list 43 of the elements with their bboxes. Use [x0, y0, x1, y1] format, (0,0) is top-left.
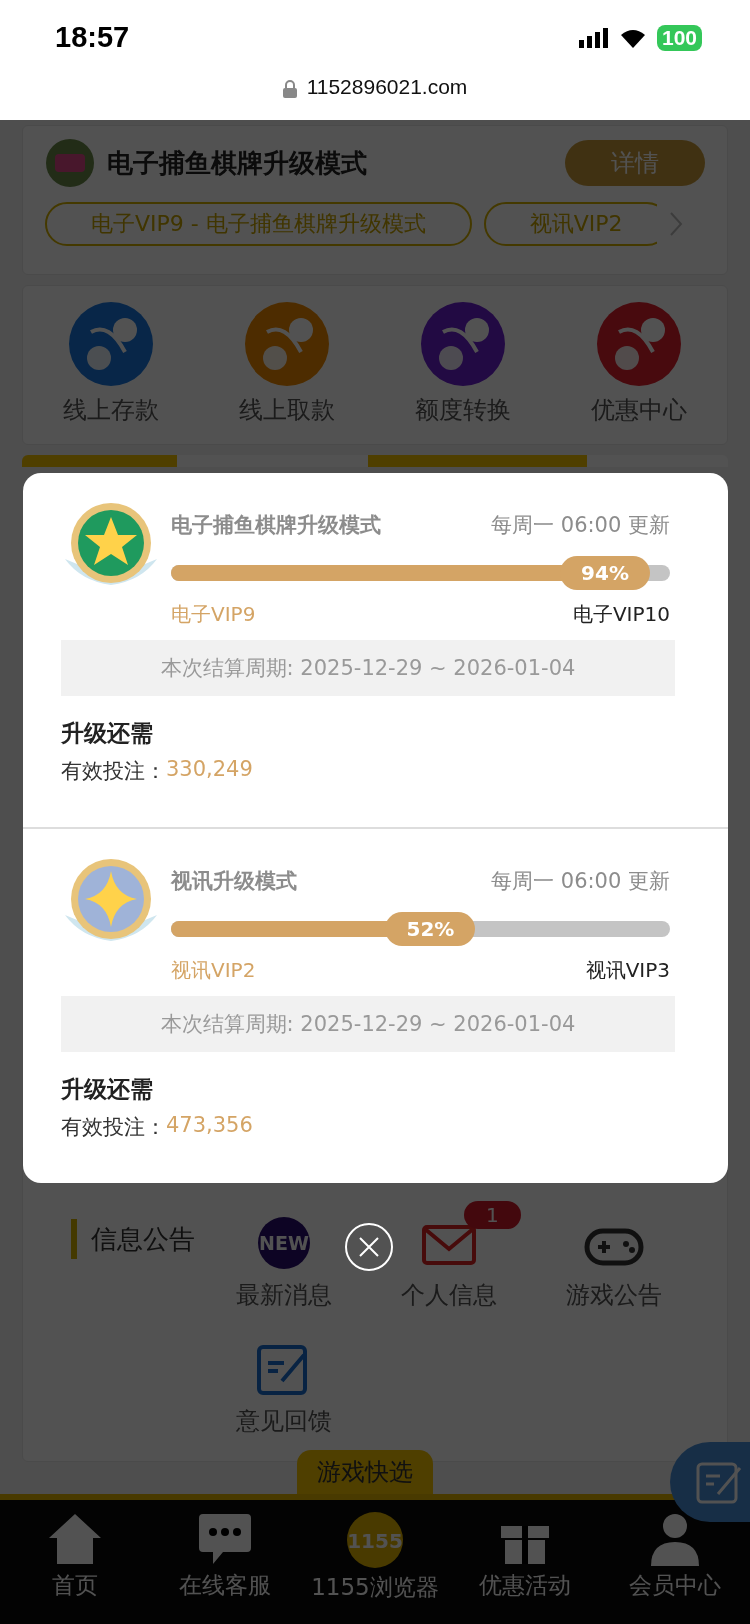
unread-badge: 1	[464, 1201, 521, 1229]
close-icon	[358, 1236, 380, 1258]
current-level: 电子VIP9	[171, 601, 256, 628]
progress-percent: 52%	[385, 912, 476, 946]
requirement-title: 升级还需	[61, 1075, 153, 1104]
nav-item[interactable]: 优惠活动	[450, 1512, 600, 1624]
status-time: 18:57	[55, 21, 130, 54]
section-title: 信息公告	[71, 1219, 201, 1259]
requirement-label: 有效投注：	[61, 1114, 166, 1141]
requirement-value: 330,249	[166, 757, 253, 783]
level-chip[interactable]: 视讯VIP2	[483, 202, 657, 246]
nav-item[interactable]: 1155 1155浏览器	[300, 1512, 450, 1624]
progress-percent: 94%	[560, 556, 651, 590]
battery-indicator: 100	[656, 24, 702, 51]
quick-pick-tab[interactable]: 游戏快选	[297, 1450, 433, 1494]
chat-icon	[199, 1512, 251, 1566]
tier-title: 视讯升级模式	[171, 868, 297, 895]
edit-icon	[696, 1460, 744, 1504]
update-note: 每周一 06:00 更新	[491, 512, 670, 539]
user-icon	[649, 1512, 701, 1566]
wifi-icon	[618, 27, 647, 48]
ball-logo: 1155	[347, 1512, 403, 1568]
next-level: 视讯VIP3	[585, 957, 670, 984]
nav-item[interactable]: 在线客服	[150, 1512, 300, 1624]
requirement-label: 有效投注：	[61, 758, 166, 785]
lock-icon	[282, 80, 297, 98]
requirement-title: 升级还需	[61, 719, 153, 748]
next-level: 电子VIP10	[572, 601, 670, 628]
requirement-value: 473,356	[166, 1113, 253, 1139]
promo-title: 电子捕鱼棋牌升级模式	[107, 146, 368, 180]
period-text: 本次结算周期: 2025-12-29 ~ 2026-01-04	[61, 996, 675, 1052]
close-button[interactable]	[345, 1223, 393, 1271]
nav-item[interactable]: 首页	[0, 1512, 150, 1624]
level-chip[interactable]: 电子VIP9 - 电子捕鱼棋牌升级模式	[45, 202, 472, 246]
new-icon: NEW	[255, 1215, 312, 1271]
url-text[interactable]: 1152896021.com	[306, 75, 468, 99]
current-level: 视讯VIP2	[171, 957, 256, 984]
home-icon	[47, 1512, 103, 1566]
details-button[interactable]: 详情	[565, 140, 705, 186]
tier-title: 电子捕鱼棋牌升级模式	[171, 512, 381, 539]
update-note: 每周一 06:00 更新	[491, 868, 670, 895]
signal-icon	[578, 27, 609, 48]
period-text: 本次结算周期: 2025-12-29 ~ 2026-01-04	[61, 640, 675, 696]
